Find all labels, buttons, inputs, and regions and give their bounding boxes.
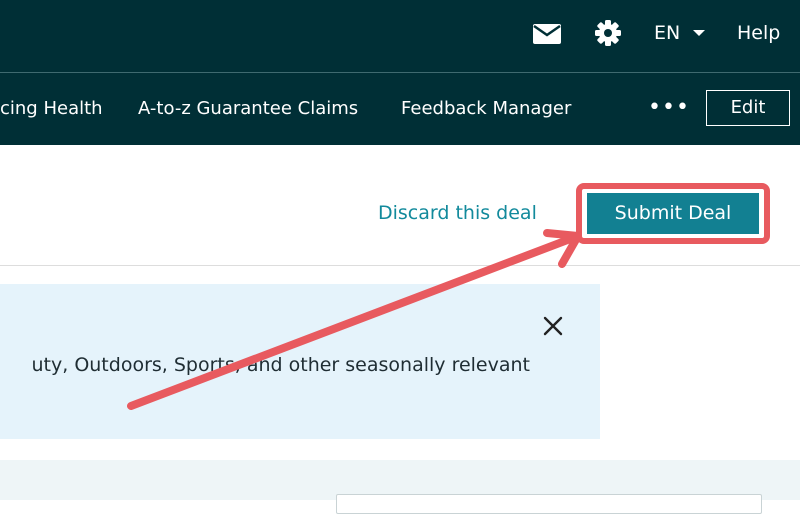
banner-message: uty, Outdoors, Sports, and other seasona… xyxy=(31,354,531,376)
chevron-down-icon[interactable] xyxy=(692,29,706,37)
nav-item-selling-health[interactable]: cing Health xyxy=(0,97,103,121)
mail-icon[interactable] xyxy=(532,23,562,45)
more-options-button[interactable]: ••• xyxy=(648,97,690,119)
gear-icon[interactable] xyxy=(594,19,622,47)
edit-button[interactable]: Edit xyxy=(706,90,790,126)
section-divider xyxy=(0,265,800,266)
highlight-box xyxy=(576,183,770,244)
nav-item-feedback-manager[interactable]: Feedback Manager xyxy=(401,97,571,121)
close-icon[interactable] xyxy=(541,314,565,338)
nav-item-a-to-z-claims[interactable]: A-to-z Guarantee Claims xyxy=(138,97,358,121)
form-input[interactable] xyxy=(336,494,762,514)
help-link[interactable]: Help xyxy=(737,21,780,45)
language-selector[interactable]: EN xyxy=(654,21,680,45)
discard-deal-link[interactable]: Discard this deal xyxy=(378,201,537,225)
